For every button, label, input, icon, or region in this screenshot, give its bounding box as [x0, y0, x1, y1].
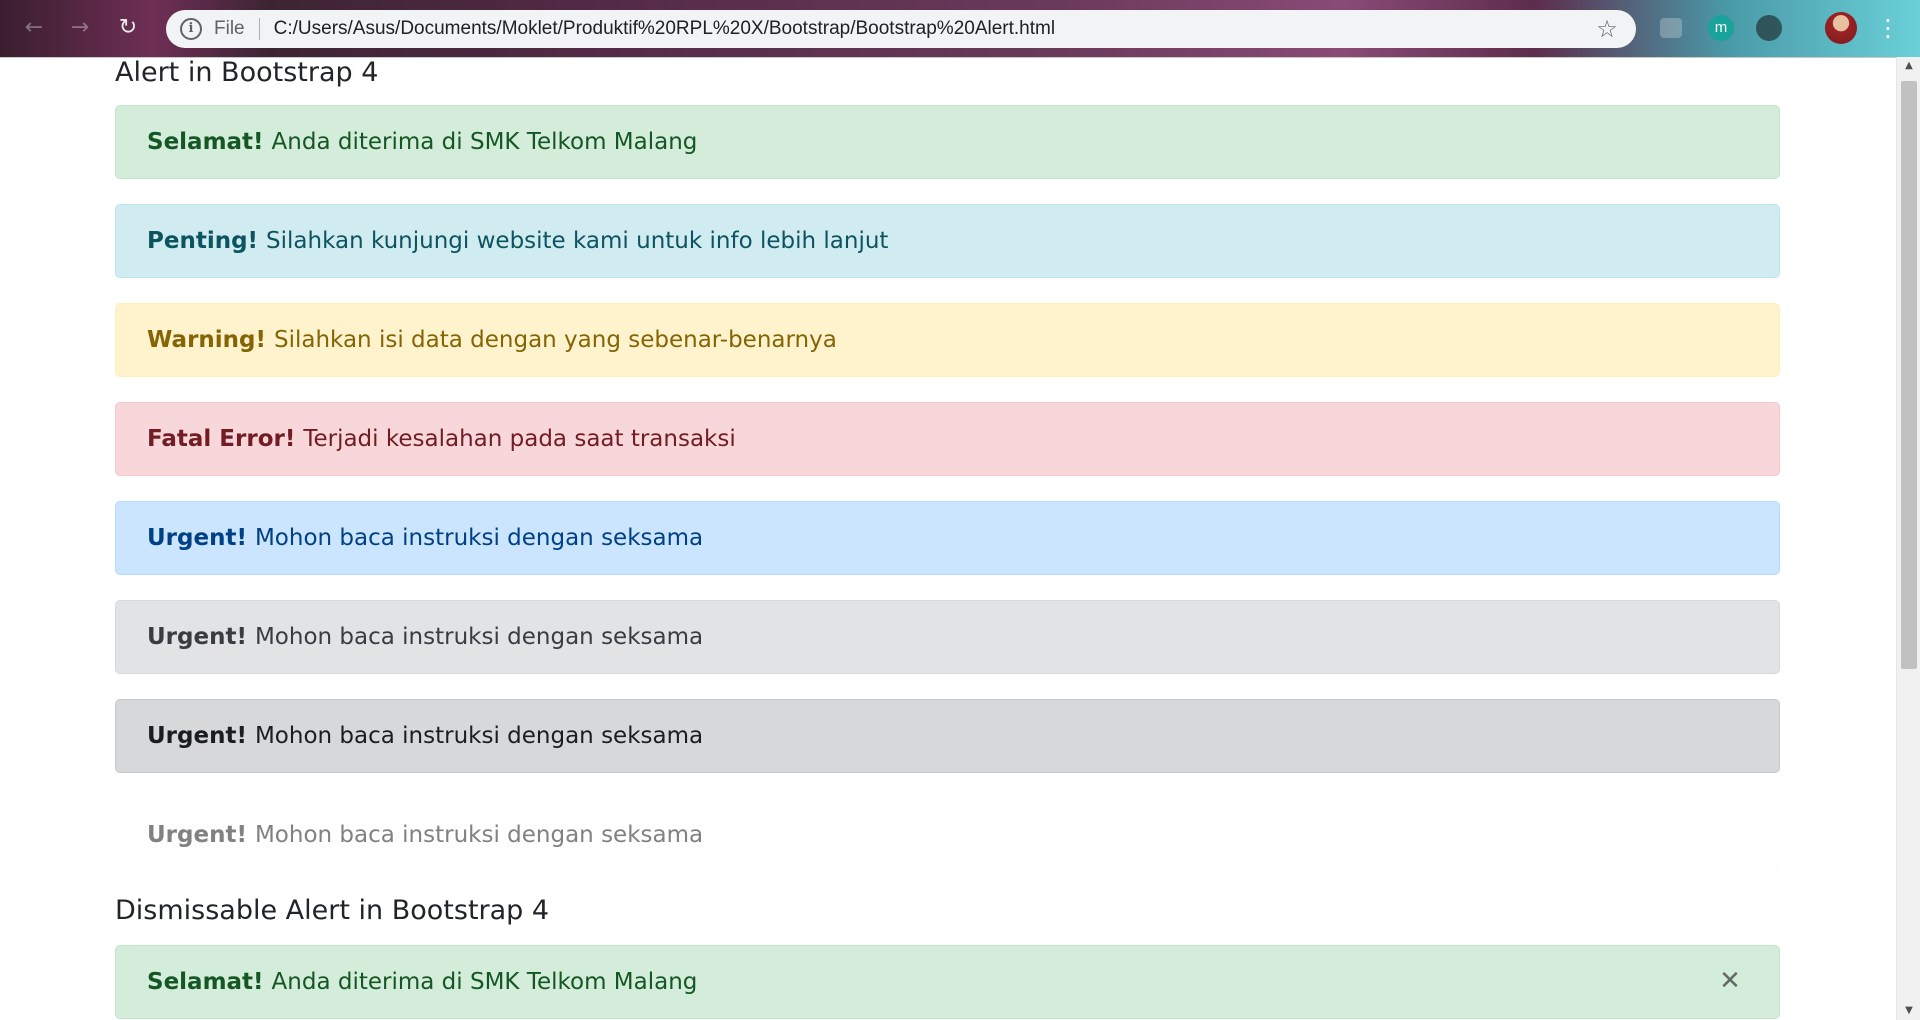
alert-text: Anda diterima di SMK Telkom Malang — [271, 969, 698, 995]
alert-strong: Urgent! — [147, 624, 247, 650]
site-info-icon[interactable]: i — [180, 18, 202, 40]
close-icon[interactable]: ✕ — [1715, 966, 1745, 996]
alert-strong: Penting! — [147, 228, 259, 254]
scroll-up-icon[interactable]: ▲ — [1897, 57, 1920, 75]
alert-info: Penting! Silahkan kunjungi website kami … — [115, 204, 1780, 278]
bulb-extension-icon[interactable] — [1756, 15, 1782, 41]
alert-dark: Urgent! Mohon baca instruksi dengan seks… — [115, 699, 1780, 773]
alert-warning: Warning! Silahkan isi data dengan yang s… — [115, 303, 1780, 377]
alert-text: Terjadi kesalahan pada saat transaksi — [303, 426, 736, 452]
alert-dismissable-success: Selamat! Anda diterima di SMK Telkom Mal… — [115, 945, 1780, 1019]
back-icon[interactable]: ← — [20, 14, 48, 42]
scroll-thumb[interactable] — [1901, 81, 1917, 669]
alert-secondary: Urgent! Mohon baca instruksi dengan seks… — [115, 600, 1780, 674]
camera-extension-icon[interactable] — [1660, 18, 1682, 38]
alert-strong: Urgent! — [147, 525, 247, 551]
alert-strong: Urgent! — [147, 822, 247, 848]
alert-strong: Selamat! — [147, 969, 264, 995]
profile-avatar[interactable] — [1825, 12, 1857, 44]
alert-text: Mohon baca instruksi dengan seksama — [254, 525, 704, 551]
page-content: Alert in Bootstrap 4 Selamat! Anda diter… — [0, 57, 1896, 1020]
star-icon[interactable]: ☆ — [1592, 15, 1622, 43]
page-heading-alerts: Alert in Bootstrap 4 — [115, 57, 379, 88]
vertical-scrollbar[interactable]: ▲ ▼ — [1896, 57, 1920, 1020]
alert-primary: Urgent! Mohon baca instruksi dengan seks… — [115, 501, 1780, 575]
alert-danger: Fatal Error! Terjadi kesalahan pada saat… — [115, 402, 1780, 476]
address-bar[interactable]: i File C:/Users/Asus/Documents/Moklet/Pr… — [166, 10, 1636, 48]
page-heading-dismissable: Dismissable Alert in Bootstrap 4 — [115, 895, 550, 926]
alert-text: Silahkan kunjungi website kami untuk inf… — [266, 228, 889, 254]
alert-strong: Fatal Error! — [147, 426, 296, 452]
alert-text: Silahkan isi data dengan yang sebenar-be… — [274, 327, 837, 353]
menu-dots-icon[interactable]: ⋮ — [1876, 12, 1900, 44]
url-text[interactable]: C:/Users/Asus/Documents/Moklet/Produktif… — [274, 18, 1592, 40]
alert-strong: Urgent! — [147, 723, 247, 749]
alert-text: Anda diterima di SMK Telkom Malang — [271, 129, 698, 155]
address-divider — [258, 18, 260, 40]
alert-text: Mohon baca instruksi dengan seksama — [254, 723, 704, 749]
alert-light: Urgent! Mohon baca instruksi dengan seks… — [115, 798, 1780, 872]
file-label: File — [214, 18, 245, 39]
reload-icon[interactable]: ↻ — [114, 14, 142, 42]
alert-strong: Warning! — [147, 327, 266, 353]
alert-success: Selamat! Anda diterima di SMK Telkom Mal… — [115, 105, 1780, 179]
alert-text: Mohon baca instruksi dengan seksama — [254, 624, 704, 650]
alert-strong: Selamat! — [147, 129, 264, 155]
m-extension-icon[interactable]: m — [1708, 15, 1734, 41]
browser-toolbar: ← → ↻ i File C:/Users/Asus/Documents/Mok… — [0, 0, 1920, 58]
scroll-down-icon[interactable]: ▼ — [1897, 1002, 1920, 1020]
forward-icon[interactable]: → — [66, 14, 94, 42]
alert-text: Mohon baca instruksi dengan seksama — [254, 822, 704, 848]
